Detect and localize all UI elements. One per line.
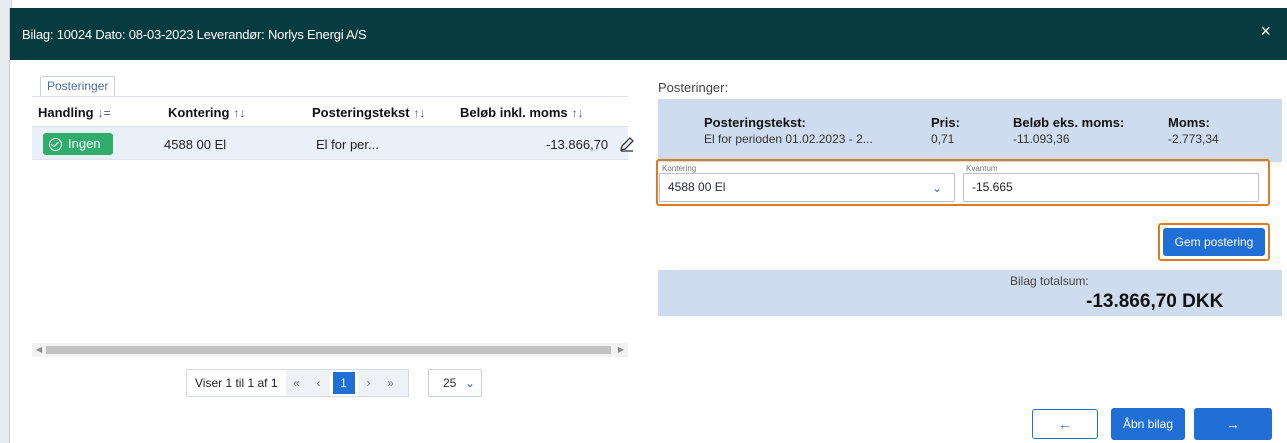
arrow-left-icon: ← (1058, 416, 1072, 432)
horizontal-scrollbar[interactable]: ◀ ▶ (32, 343, 628, 357)
column-header-belob-label: Beløb inkl. moms (460, 105, 568, 120)
pris-label: Pris: (931, 115, 960, 130)
next-page-button[interactable]: › (357, 370, 380, 396)
cell-belob: -13.866,70 (546, 137, 609, 152)
scrollbar-thumb[interactable] (46, 346, 611, 354)
chevron-down-icon: ⌄ (464, 376, 475, 390)
status-badge[interactable]: Ingen (43, 133, 113, 155)
total-label: Bilag totalsum: (1010, 274, 1089, 288)
bilag-modal: Bilag: 10024 Dato: 08-03-2023 Leverandør… (9, 8, 1287, 443)
column-header-belob[interactable]: Beløb inkl. moms ↑↓ (460, 105, 584, 120)
moms-label: Moms: (1168, 115, 1210, 130)
pencil-icon[interactable] (618, 135, 636, 153)
status-badge-label: Ingen (68, 136, 101, 151)
modal-header: Bilag: 10024 Dato: 08-03-2023 Leverandør… (10, 8, 1287, 60)
posteringstekst-label: Posteringstekst: (704, 115, 806, 130)
prev-page-button[interactable]: ‹ (307, 370, 330, 396)
previous-bilag-button[interactable]: ← (1032, 409, 1098, 439)
sort-icon: ↓= (97, 106, 111, 120)
next-bilag-button[interactable]: → (1194, 408, 1272, 440)
column-header-kontering-label: Kontering (168, 105, 230, 120)
last-page-button[interactable]: » (379, 370, 402, 396)
pagination: Viser 1 til 1 af 1 « ‹ 1 › » (186, 369, 409, 397)
column-header-kontering[interactable]: Kontering ↑↓ (168, 105, 245, 120)
pris-value: 0,71 (931, 132, 955, 146)
tab-posteringer[interactable]: Posteringer (40, 76, 116, 96)
column-header-posteringstekst-label: Posteringstekst (312, 105, 410, 120)
arrow-right-icon: → (1226, 416, 1240, 432)
first-page-button[interactable]: « (285, 370, 308, 396)
posteringstekst-value: El for perioden 01.02.2023 - 2... (704, 132, 873, 146)
moms-value: -2.773,34 (1168, 132, 1219, 146)
table-row[interactable]: Ingen 4588 00 El El for per... -13.866,7… (32, 126, 634, 160)
kontering-field-label: Kontering (662, 164, 697, 173)
belob-eks-moms-value: -11.093,36 (1013, 132, 1070, 146)
column-header-handling-label: Handling (38, 105, 94, 120)
gem-postering-button[interactable]: Gem postering (1163, 228, 1265, 256)
cell-posteringstekst: El for per... (316, 137, 379, 152)
page-size-value: 25 (443, 376, 457, 390)
column-header-handling[interactable]: Handling ↓= (38, 105, 111, 120)
bilag-total: Bilag totalsum: -13.866,70 DKK (658, 270, 1282, 316)
scroll-right-icon[interactable]: ▶ (618, 345, 624, 354)
sort-icon: ↑↓ (571, 106, 584, 120)
kontering-select-value: 4588 00 El (668, 180, 726, 194)
belob-eks-moms-label: Beløb eks. moms: (1013, 115, 1125, 130)
modal-title: Bilag: 10024 Dato: 08-03-2023 Leverandør… (22, 27, 367, 42)
cell-kontering: 4588 00 El (164, 137, 227, 152)
page-1-button[interactable]: 1 (332, 372, 355, 394)
pagination-info: Viser 1 til 1 af 1 (195, 376, 278, 390)
kvantum-field-label: Kvantum (966, 164, 998, 173)
column-header-posteringstekst[interactable]: Posteringstekst ↑↓ (312, 105, 426, 120)
posteringer-title: Posteringer: (658, 80, 729, 95)
sort-icon: ↑↓ (413, 106, 426, 120)
sort-icon: ↑↓ (233, 106, 246, 120)
posting-summary: Posteringstekst: El for perioden 01.02.2… (658, 99, 1282, 162)
page-size-select[interactable]: 25 ⌄ (428, 369, 482, 397)
grid-header: Handling ↓= Kontering ↑↓ Posteringstekst ↑↓… (32, 96, 628, 126)
total-value: -13.866,70 DKK (1086, 291, 1224, 312)
open-bilag-button[interactable]: Åbn bilag (1111, 408, 1185, 440)
scroll-left-icon[interactable]: ◀ (36, 345, 42, 354)
close-icon[interactable]: × (1260, 22, 1271, 40)
kvantum-input[interactable]: -15.665 (963, 173, 1259, 202)
chevron-down-icon: ⌄ (931, 181, 942, 195)
kontering-select[interactable]: 4588 00 El ⌄ (659, 173, 955, 202)
check-circle-icon (49, 137, 62, 151)
